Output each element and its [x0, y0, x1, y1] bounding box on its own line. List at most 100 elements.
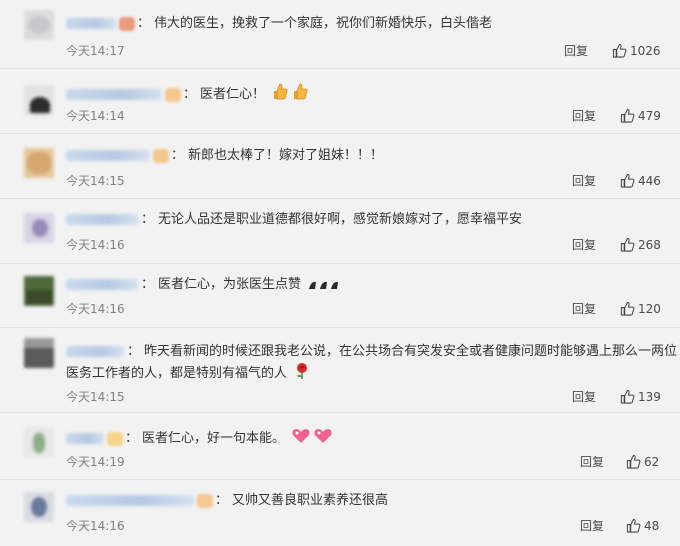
reply-button[interactable]: 回复 [580, 518, 604, 534]
username[interactable] [66, 279, 138, 290]
comment-header: ：医者仁心，为张医生点赞 [66, 275, 341, 298]
comment-text: 伟大的医生，挽救了一个家庭，祝你们新婚快乐，白头偕老 [154, 16, 493, 31]
timestamp: 今天14:16 [66, 238, 125, 252]
username[interactable] [66, 89, 162, 100]
colon: ： [141, 277, 155, 292]
comment-text: 新郎也太棒了！嫁对了姐妹！！！ [188, 148, 384, 163]
like-count: 139 [638, 390, 661, 404]
like-count: 268 [638, 238, 661, 252]
like-button[interactable]: 120 [620, 301, 661, 317]
timestamp: 今天14:19 [66, 455, 125, 469]
thumbs-up-icon [620, 389, 635, 404]
timestamp: 今天14:17 [66, 44, 125, 58]
rose-emoji-icon [293, 362, 311, 387]
timestamp: 今天14:14 [66, 109, 125, 123]
reply-button[interactable]: 回复 [572, 389, 596, 405]
username[interactable] [66, 214, 138, 225]
colon: ： [215, 493, 229, 508]
thumbs-up-icon [620, 301, 635, 316]
comment-item: ：医者仁心！ 今天14:14 回复 479 [0, 69, 680, 134]
thumbs-up-icon [612, 43, 627, 58]
timestamp: 今天14:15 [66, 390, 125, 404]
comment-text-continued: 医务工作者的人，都是特别有福气的人 [66, 366, 288, 381]
comment-item: ：昨天看新闻的时候还跟我老公说，在公共场合有突发安全或者健康问题时能够遇上那么一… [0, 328, 680, 413]
like-button[interactable]: 446 [620, 173, 661, 189]
username[interactable] [66, 346, 124, 357]
reply-button[interactable]: 回复 [572, 173, 596, 189]
avatar[interactable] [24, 338, 54, 368]
comment-text: 又帅又善良职业素养还很高 [232, 493, 389, 508]
thumbs-up-emoji-icon [271, 81, 289, 108]
colon: ： [141, 212, 155, 227]
like-count: 120 [638, 302, 661, 316]
username[interactable] [66, 433, 104, 444]
like-button[interactable]: 479 [620, 108, 661, 124]
heart-emoji-icon [291, 427, 311, 452]
thumbs-up-icon [626, 454, 641, 469]
avatar[interactable] [24, 10, 54, 40]
comment-header: ：无论人品还是职业道德都很好啊，感觉新娘嫁对了，愿幸福平安 [66, 210, 522, 230]
timestamp: 今天14:16 [66, 302, 125, 316]
badge-icon [197, 493, 213, 508]
like-button[interactable]: 139 [620, 389, 661, 405]
like-button[interactable]: 1026 [612, 43, 661, 59]
thumbs-up-icon [620, 173, 635, 188]
thumbs-up-icon [620, 237, 635, 252]
comment-header: ：昨天看新闻的时候还跟我老公说，在公共场合有突发安全或者健康问题时能够遇上那么一… [66, 342, 677, 362]
username[interactable] [66, 150, 150, 161]
like-button[interactable]: 48 [626, 518, 659, 534]
comment-text: 医者仁心，为张医生点赞 [158, 277, 302, 292]
username[interactable] [66, 495, 194, 506]
badge-icon [153, 148, 169, 163]
comment-header: ：新郎也太棒了！嫁对了姐妹！！！ [66, 146, 383, 166]
avatar[interactable] [24, 85, 54, 115]
comment-item: ：无论人品还是职业道德都很好啊，感觉新娘嫁对了，愿幸福平安 今天14:16 回复… [0, 199, 680, 264]
heart-emoji-icon [313, 427, 333, 452]
badge-icon [165, 87, 181, 102]
thumbs-up-icon [620, 108, 635, 123]
comment-text-line2: 医务工作者的人，都是特别有福气的人 [66, 362, 311, 387]
comment-text: 医者仁心！ [200, 87, 266, 102]
avatar[interactable] [24, 148, 54, 178]
colon: ： [127, 344, 141, 359]
like-button[interactable]: 62 [626, 454, 659, 470]
comment-item: ：医者仁心，为张医生点赞 今天14:16 回复 120 [0, 264, 680, 328]
colon: ： [183, 87, 197, 102]
comment-text: 无论人品还是职业道德都很好啊，感觉新娘嫁对了，愿幸福平安 [158, 212, 523, 227]
colon: ： [171, 148, 185, 163]
avatar[interactable] [24, 276, 54, 306]
comment-item: ：伟大的医生，挽救了一个家庭，祝你们新婚快乐，白头偕老 今天14:17 回复 1… [0, 0, 680, 69]
comment-header: ：医者仁心，好一句本能。 [66, 427, 333, 452]
thumbs-up-icon [626, 518, 641, 533]
colon: ： [125, 431, 139, 446]
clapping-emoji-icon [307, 278, 341, 298]
like-count: 48 [644, 519, 660, 533]
comment-item: ：医者仁心，好一句本能。 今天14:19 回复 62 [0, 413, 680, 480]
comment-header: ：又帅又善良职业素养还很高 [66, 491, 388, 511]
comment-list: ：伟大的医生，挽救了一个家庭，祝你们新婚快乐，白头偕老 今天14:17 回复 1… [0, 0, 680, 546]
like-count: 479 [638, 109, 661, 123]
reply-button[interactable]: 回复 [564, 43, 588, 59]
reply-button[interactable]: 回复 [580, 454, 604, 470]
like-count: 62 [644, 455, 660, 469]
thumbs-up-emoji-icon [291, 81, 309, 108]
reply-button[interactable]: 回复 [572, 108, 596, 124]
badge-icon [107, 431, 123, 446]
reply-button[interactable]: 回复 [572, 237, 596, 253]
comment-item: ：又帅又善良职业素养还很高 今天14:16 回复 48 [0, 480, 680, 546]
colon: ： [137, 16, 151, 31]
comment-header: ：伟大的医生，挽救了一个家庭，祝你们新婚快乐，白头偕老 [66, 14, 492, 34]
like-count: 1026 [630, 44, 661, 58]
avatar[interactable] [24, 213, 54, 243]
reply-button[interactable]: 回复 [572, 301, 596, 317]
like-count: 446 [638, 174, 661, 188]
timestamp: 今天14:16 [66, 519, 125, 533]
comment-header: ：医者仁心！ [66, 81, 309, 108]
avatar[interactable] [24, 427, 54, 457]
comment-item: ：新郎也太棒了！嫁对了姐妹！！！ 今天14:15 回复 446 [0, 134, 680, 199]
like-button[interactable]: 268 [620, 237, 661, 253]
avatar[interactable] [24, 492, 54, 522]
username[interactable] [66, 18, 116, 29]
badge-icon [119, 16, 135, 31]
comment-text: 医者仁心，好一句本能。 [142, 431, 286, 446]
